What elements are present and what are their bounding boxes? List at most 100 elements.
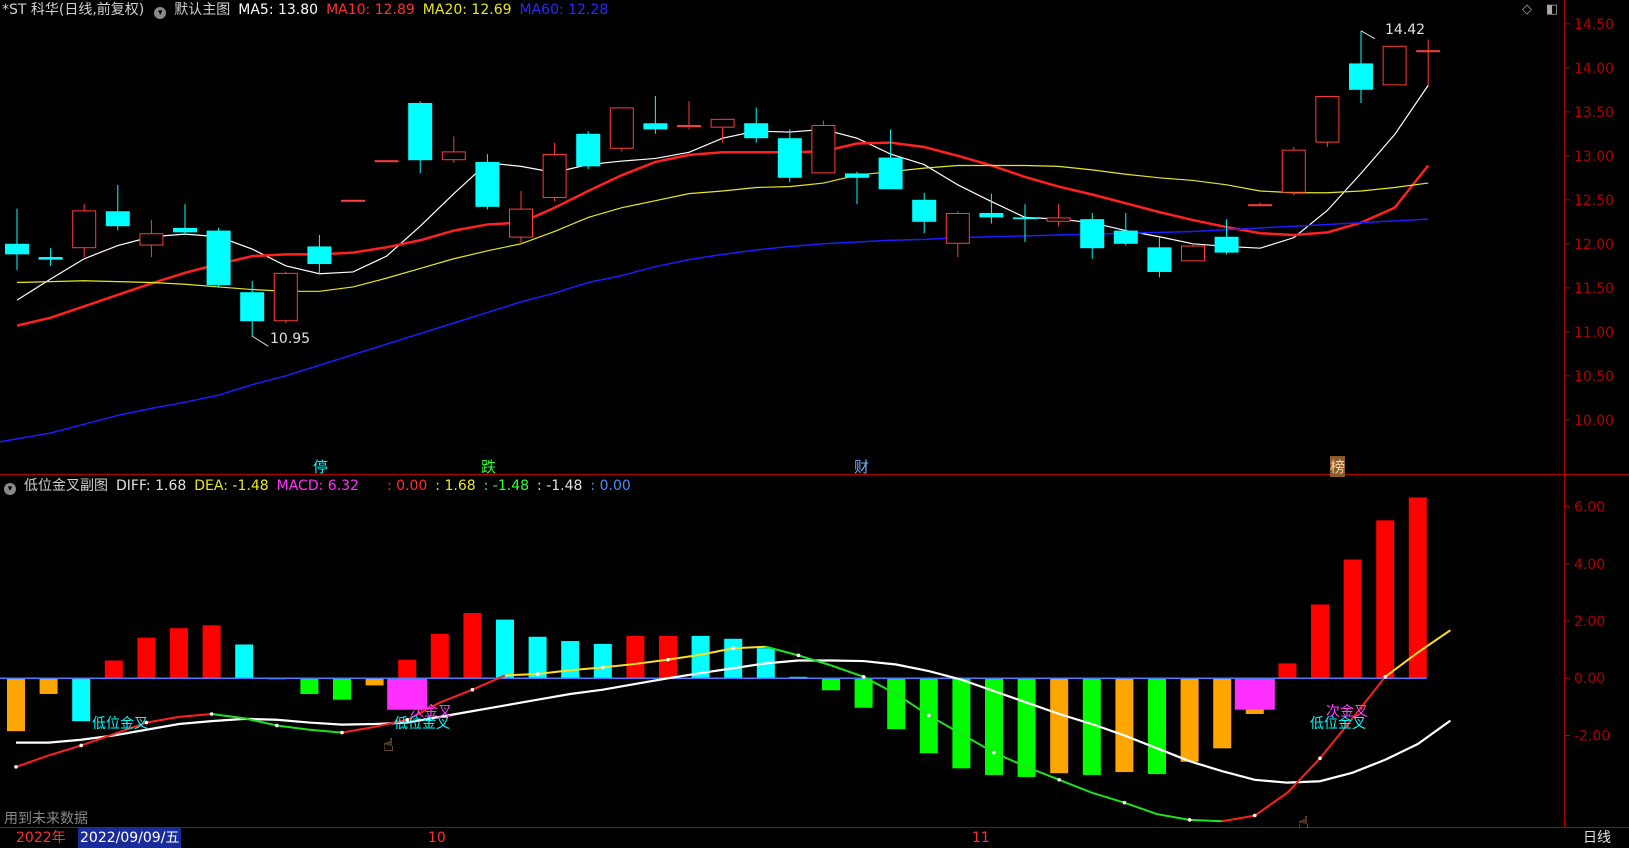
candle-body <box>206 230 231 286</box>
y-tick-label: 14.50 <box>1574 17 1614 33</box>
main-chart-name[interactable]: 默认主图 <box>174 2 230 18</box>
candle <box>1080 213 1105 259</box>
candle-body <box>542 154 567 199</box>
diff-value: DIFF: 1.68 <box>116 478 187 494</box>
event-tag-halt[interactable]: 停 <box>313 456 328 477</box>
candle <box>777 129 802 183</box>
ma10-value: MA10: 12.89 <box>326 2 415 18</box>
ma20-value: MA20: 12.69 <box>422 2 512 18</box>
diff-line-segment <box>15 754 49 768</box>
value-3: : -1.48 <box>483 478 530 494</box>
candle <box>38 248 63 266</box>
diff-line-segment <box>1156 813 1190 821</box>
macd-bar <box>1017 678 1036 777</box>
diff-line-segment <box>1222 814 1255 823</box>
y-tick-label: 13.00 <box>1574 149 1614 165</box>
macd-bar <box>496 619 514 679</box>
event-tag-drop[interactable]: 跌 <box>481 456 496 477</box>
chart-canvas[interactable]: 14.50 14.00 13.50 13.00 12.50 12.00 11.50 11.00… <box>0 0 1629 848</box>
year-label: 2022年 <box>16 830 66 846</box>
candle <box>307 235 332 275</box>
macd-bar <box>887 678 906 730</box>
diff-dot <box>1253 813 1257 818</box>
ma60-value: MA60: 12.28 <box>519 2 609 18</box>
candle <box>542 142 567 202</box>
candle <box>609 107 634 152</box>
diff-line-segment <box>1286 757 1321 794</box>
diff-dot <box>1318 756 1322 761</box>
candle <box>1113 213 1138 246</box>
diff-line-segment <box>1189 818 1223 823</box>
candle <box>509 191 533 244</box>
candle <box>878 129 903 190</box>
event-tag-finance[interactable]: 财 <box>854 456 869 477</box>
diff-dot <box>1122 800 1127 805</box>
candle-body <box>1349 63 1373 90</box>
y-tick-label: 11.50 <box>1574 281 1614 297</box>
macd-bar <box>724 638 743 679</box>
macd-bar <box>398 659 417 679</box>
window-toggle-icon[interactable]: ◧ <box>1546 2 1558 17</box>
diff-line-segment <box>178 713 212 718</box>
candle <box>1046 204 1071 227</box>
value-4: : -1.48 <box>537 478 583 494</box>
y-tick-label: 14.00 <box>1574 61 1614 77</box>
month-label-11: 11 <box>972 830 990 846</box>
candle-body <box>240 292 265 322</box>
candle-body <box>1416 50 1441 53</box>
event-tag-rank[interactable]: 榜 <box>1330 456 1346 477</box>
value-2: : 1.68 <box>435 478 476 494</box>
y-tick-label: 13.50 <box>1574 105 1614 121</box>
macd-bar <box>1311 604 1329 679</box>
candle <box>1181 243 1205 262</box>
macd-bar <box>1115 678 1134 773</box>
diff-dot <box>861 675 866 679</box>
candle-body <box>1080 219 1105 249</box>
candle <box>1281 147 1306 196</box>
candle-body <box>979 213 1004 218</box>
diff-dot <box>1383 675 1387 679</box>
date-axis-bar <box>0 828 1629 848</box>
macd-bar <box>1180 678 1199 762</box>
macd-bar <box>463 613 482 679</box>
diff-dot <box>927 713 931 718</box>
diff-dot <box>209 712 214 716</box>
y-tick-label: 10.50 <box>1574 369 1614 385</box>
y-tick-label: 12.00 <box>1574 237 1614 253</box>
candle-body <box>341 199 365 202</box>
candle <box>72 204 97 257</box>
low-price-label: 10.95 <box>270 331 311 347</box>
candle-body <box>1147 247 1172 272</box>
period-label-daily[interactable]: 日线 <box>1583 828 1611 848</box>
candle <box>1248 202 1273 207</box>
diff-line-segment <box>211 713 245 720</box>
chevron-down-icon[interactable]: ▾ <box>154 7 167 19</box>
candle-body <box>710 118 735 128</box>
candle-body <box>643 123 668 130</box>
candle <box>744 107 769 143</box>
chevron-down-icon[interactable]: ▾ <box>4 483 16 495</box>
macd-bar <box>202 625 221 679</box>
sub-chart-name[interactable]: 低位金叉副图 <box>24 478 108 494</box>
candle-body <box>811 125 836 174</box>
candle-body <box>1013 217 1037 220</box>
diff-dot <box>275 723 279 728</box>
candle <box>845 171 869 205</box>
macd-bar <box>104 660 123 679</box>
candle-body <box>609 107 634 149</box>
ma5-value: MA5: 13.80 <box>238 2 319 18</box>
candle-body <box>1315 95 1340 143</box>
diamond-icon[interactable]: ◇ <box>1522 2 1532 17</box>
candle-body <box>1382 45 1407 86</box>
diff-line-segment <box>341 725 375 734</box>
y-tick-label: 12.50 <box>1574 193 1614 209</box>
candle <box>139 220 164 257</box>
macd-bar <box>170 628 188 679</box>
candle <box>677 101 701 130</box>
diff-line-segment <box>1124 801 1158 816</box>
macd-bar <box>593 643 612 679</box>
diff-dot <box>731 646 735 651</box>
candle-body <box>139 233 164 246</box>
candle <box>811 120 836 174</box>
diff-line-segment <box>1058 778 1093 794</box>
